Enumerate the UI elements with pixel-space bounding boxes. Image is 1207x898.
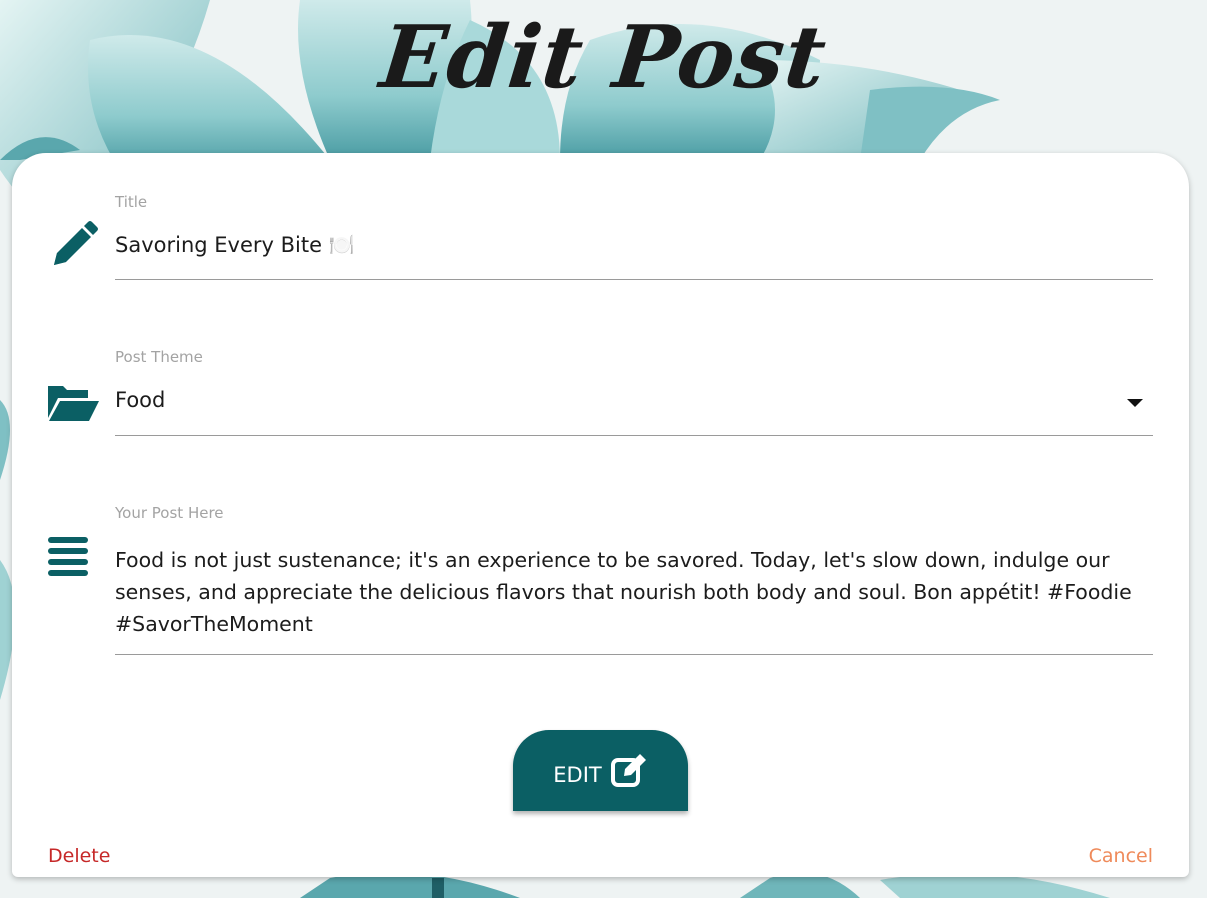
pencil-icon — [46, 219, 100, 273]
theme-select[interactable]: Post Theme Food — [115, 348, 1153, 436]
chevron-down-icon[interactable] — [1127, 399, 1143, 407]
edit-button[interactable]: EDIT — [513, 730, 688, 811]
theme-label: Post Theme — [115, 348, 203, 366]
theme-value[interactable]: Food — [115, 388, 165, 412]
page-title: Edit Post — [375, 7, 832, 108]
post-body-field[interactable]: Your Post Here Food is not just sustenan… — [115, 504, 1153, 655]
edit-button-label: EDIT — [553, 762, 602, 787]
post-body-textarea[interactable]: Food is not just sustenance; it's an exp… — [115, 544, 1153, 640]
delete-link[interactable]: Delete — [48, 845, 110, 867]
cancel-link[interactable]: Cancel — [1089, 845, 1153, 867]
align-justify-icon — [46, 531, 100, 585]
title-label: Title — [115, 193, 148, 211]
edit-square-icon — [610, 749, 648, 793]
folder-open-icon — [46, 374, 100, 428]
edit-post-form: Title Savoring Every Bite 🍽️ Post Theme … — [12, 153, 1189, 877]
post-body-label: Your Post Here — [115, 504, 224, 522]
title-field[interactable]: Title Savoring Every Bite 🍽️ — [115, 193, 1153, 280]
title-input[interactable]: Savoring Every Bite 🍽️ — [115, 233, 355, 258]
